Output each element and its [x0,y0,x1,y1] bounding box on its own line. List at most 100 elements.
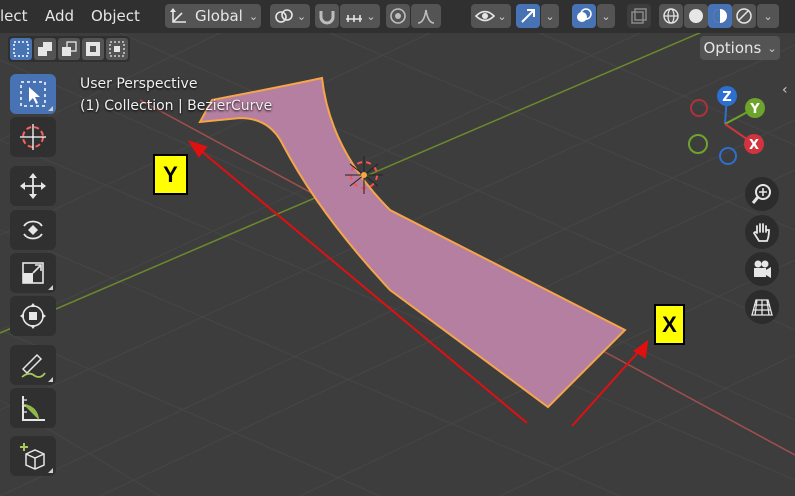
magnet-icon [319,11,335,25]
add-cube-icon [20,443,45,470]
eye-icon [475,10,496,22]
snap-toggle[interactable] [315,4,339,28]
pan-button[interactable] [745,215,779,249]
select-invert-icon [86,42,100,56]
chevron-down-icon: ⌄ [296,9,307,23]
xray-toggle[interactable] [627,4,651,28]
overlays-icon [577,8,592,22]
rendered-shading-button[interactable] [732,4,756,28]
chevron-down-icon: ⌄ [767,41,777,55]
object-menu[interactable]: Object [91,7,140,25]
viewport-scene [0,0,795,496]
pivot-point-dropdown[interactable]: ⌄ [270,4,310,28]
chevron-down-icon: ⌄ [366,9,376,23]
move-arrows-icon [20,173,46,199]
select-invert-button[interactable] [82,38,104,60]
xray-icon [631,8,647,24]
bezier-curve-object[interactable] [198,76,627,409]
3d-cursor-tool-icon [20,124,46,150]
camera-view-button[interactable] [745,252,779,286]
pencil-icon [21,353,46,378]
x-annotation-label: X [654,304,685,345]
solid-sphere-icon [689,9,703,23]
options-label: Options [703,39,762,57]
y-annotation-label: Y [153,154,188,195]
snap-increment-icon [346,15,363,22]
collection-label: (1) Collection | BezierCurve [80,98,273,114]
cursor-tool[interactable] [10,117,56,157]
select-menu[interactable]: lect [0,7,28,25]
select-intersect-button[interactable] [106,38,128,60]
transform-tool[interactable] [10,296,56,336]
ruler-icon [22,396,45,421]
gizmo-toggle[interactable] [516,4,540,28]
chevron-down-icon: ⌄ [497,9,507,23]
overlays-toggle[interactable] [572,4,596,28]
tool-variants-indicator [48,285,53,290]
perspective-label: User Perspective [80,76,198,92]
orientation-label: Global [195,7,243,25]
3d-viewport[interactable]: Y X User Perspective (1) Collection | Be… [0,0,795,496]
options-dropdown[interactable]: Options ⌄ [700,36,780,60]
overlays-dropdown[interactable]: ⌄ [597,4,615,28]
select-intersect-icon [109,41,125,57]
neg-y-axis-handle[interactable] [688,134,708,154]
visibility-dropdown[interactable]: ⌄ [471,4,511,28]
material-preview-button[interactable] [708,4,732,28]
material-sphere-icon [713,9,727,23]
hand-icon [752,223,770,242]
gizmo-dropdown[interactable]: ⌄ [541,4,559,28]
wireframe-sphere-icon [663,8,679,24]
perspective-grid-icon [751,299,773,316]
z-axis-letter: Z [722,90,731,105]
scale-icon [22,262,44,284]
toggle-perspective-button[interactable] [745,290,779,324]
tool-variants-indicator [48,468,53,473]
select-new-button[interactable] [10,38,32,60]
proportional-icon [390,8,406,24]
y-axis-letter: Y [749,102,760,117]
transform-icon [20,303,46,329]
snap-target-dropdown[interactable]: ⌄ [340,4,380,28]
pivot-icon [275,9,293,23]
rotate-icon [23,220,43,240]
add-menu[interactable]: Add [45,7,74,25]
select-subtract-icon [62,41,77,56]
tool-variants-indicator [48,106,53,111]
x-axis-letter: X [749,138,759,153]
zoom-magnifier-icon [751,184,771,204]
chevron-down-icon: ⌄ [545,9,555,23]
select-new-icon [13,41,29,57]
add-cube-tool[interactable] [10,436,56,476]
shading-dropdown[interactable]: ⌄ [757,4,779,28]
orientation-icon [170,8,186,23]
navigation-gizmo[interactable]: Z Y X [680,82,780,172]
rendered-sphere-icon [736,8,752,24]
cursor-select-icon [20,81,46,107]
tool-variants-indicator [48,377,53,382]
select-subtract-button[interactable] [58,38,80,60]
move-tool[interactable] [10,166,56,206]
proportional-editing-toggle[interactable] [386,4,410,28]
falloff-curve-icon [417,9,435,24]
zoom-button[interactable] [745,177,779,211]
camera-icon [754,260,771,278]
wireframe-shading-button[interactable] [659,4,683,28]
viewport-header: lect Add Object Global ⌄ ⌄ ⌄ ⌄ ⌄ ⌄ ⌄ [0,0,795,33]
gizmo-arrow-icon [521,9,535,23]
select-box-tool[interactable] [10,74,56,114]
measure-tool[interactable] [10,388,56,428]
annotate-tool[interactable] [10,345,56,385]
rotate-tool[interactable] [10,210,56,250]
chevron-down-icon: ⌄ [601,9,611,23]
transform-orientation-dropdown[interactable]: Global ⌄ [165,4,261,28]
falloff-dropdown[interactable] [411,4,441,28]
neg-z-axis-handle[interactable] [719,147,737,165]
select-extend-button[interactable] [34,38,56,60]
chevron-down-icon: ⌄ [248,9,259,23]
sidebar-expand-icon[interactable]: ‹ [782,82,788,98]
neg-x-axis-handle[interactable] [690,99,708,117]
solid-shading-button[interactable] [684,4,708,28]
chevron-down-icon: ⌄ [763,9,773,23]
scale-tool[interactable] [10,253,56,293]
